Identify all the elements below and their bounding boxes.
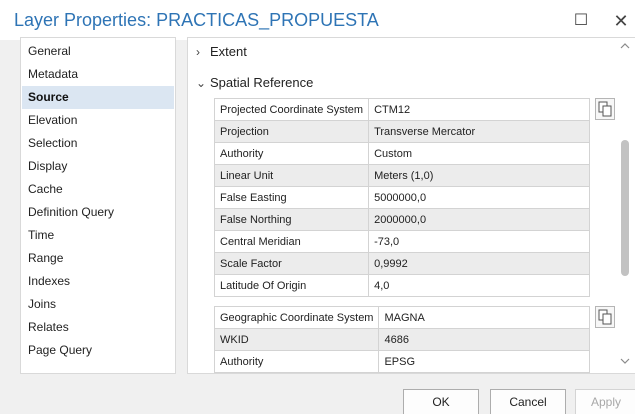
property-value: CTM12 [368,98,590,121]
sidebar-item-definition-query[interactable]: Definition Query [22,201,174,224]
property-value: Transverse Mercator [368,120,590,143]
sidebar-item-source[interactable]: Source [22,86,174,109]
table-row: Latitude Of Origin 4,0 [213,274,590,297]
property-key: Authority [213,142,370,165]
property-key: Scale Factor [213,252,370,275]
sidebar-item-display[interactable]: Display [22,155,174,178]
property-key: Latitude Of Origin [213,274,370,297]
property-value: EPSG [378,350,590,373]
property-value: MAGNA [378,306,590,329]
property-key: Linear Unit [213,164,370,187]
vertical-scrollbar[interactable] [618,40,633,372]
table-row: Central Meridian -73,0 [213,230,590,253]
table-row: Authority EPSG [213,350,590,373]
property-value: 0,9992 [368,252,590,275]
property-value: 5000000,0 [368,186,590,209]
sidebar-item-elevation[interactable]: Elevation [22,109,174,132]
sidebar-item-page-query[interactable]: Page Query [22,339,174,362]
apply-button[interactable]: Apply [575,389,635,414]
geographic-coordinate-table: Geographic Coordinate System MAGNA WKID 46… [213,306,590,373]
table-row: Authority Custom [213,142,590,165]
extent-label: Extent [210,44,247,59]
projected-coordinate-table: Projected Coordinate System CTM12 Project… [213,98,590,297]
copy-icon[interactable] [595,98,615,120]
scroll-up-icon[interactable] [620,42,630,52]
properties-panel: › Extent ⌄ Spatial Reference Projected Coo… [187,37,635,374]
property-key: Projection [213,120,370,143]
spatial-reference-section-header[interactable]: ⌄ Spatial Reference [196,75,313,90]
table-row: WKID 4686 [213,328,590,351]
close-icon[interactable]: ✕ [610,10,632,32]
property-value: 4,0 [368,274,590,297]
table-row: False Northing 2000000,0 [213,208,590,231]
chevron-down-icon: ⌄ [196,76,207,90]
spatial-reference-label: Spatial Reference [210,75,314,90]
sidebar-item-relates[interactable]: Relates [22,316,174,339]
sidebar-item-selection[interactable]: Selection [22,132,174,155]
property-key: WKID [213,328,380,351]
window-title: Layer Properties: PRACTICAS_PROPUESTA [14,10,379,30]
chevron-right-icon: › [196,45,200,59]
property-value: Custom [368,142,590,165]
property-value: 2000000,0 [368,208,590,231]
property-value: -73,0 [368,230,590,253]
sidebar-item-general[interactable]: General [22,40,174,63]
table-row: Linear Unit Meters (1,0) [213,164,590,187]
title-bar: Layer Properties: PRACTICAS_PROPUESTA ☐ … [0,0,635,40]
sidebar-item-time[interactable]: Time [22,224,174,247]
table-row: Geographic Coordinate System MAGNA [213,306,590,329]
scrollbar-thumb[interactable] [621,140,629,276]
sidebar: General Metadata Source Elevation Select… [20,37,176,374]
sidebar-item-metadata[interactable]: Metadata [22,63,174,86]
table-row: Scale Factor 0,9992 [213,252,590,275]
property-key: False Easting [213,186,370,209]
maximize-icon[interactable]: ☐ [570,10,592,32]
scroll-down-icon[interactable] [620,357,630,367]
table-row: Projected Coordinate System CTM12 [213,98,590,121]
property-key: False Northing [213,208,370,231]
table-row: Projection Transverse Mercator [213,120,590,143]
table-row: False Easting 5000000,0 [213,186,590,209]
extent-section-header[interactable]: › Extent [196,44,247,59]
cancel-button[interactable]: Cancel [490,389,566,414]
ok-button[interactable]: OK [403,389,479,414]
property-value: Meters (1,0) [368,164,590,187]
sidebar-item-cache[interactable]: Cache [22,178,174,201]
copy-icon[interactable] [595,306,615,328]
property-value: 4686 [378,328,590,351]
property-key: Projected Coordinate System [213,98,370,121]
sidebar-item-indexes[interactable]: Indexes [22,270,174,293]
sidebar-item-joins[interactable]: Joins [22,293,174,316]
sidebar-item-range[interactable]: Range [22,247,174,270]
property-key: Geographic Coordinate System [213,306,380,329]
property-key: Authority [213,350,380,373]
property-key: Central Meridian [213,230,370,253]
